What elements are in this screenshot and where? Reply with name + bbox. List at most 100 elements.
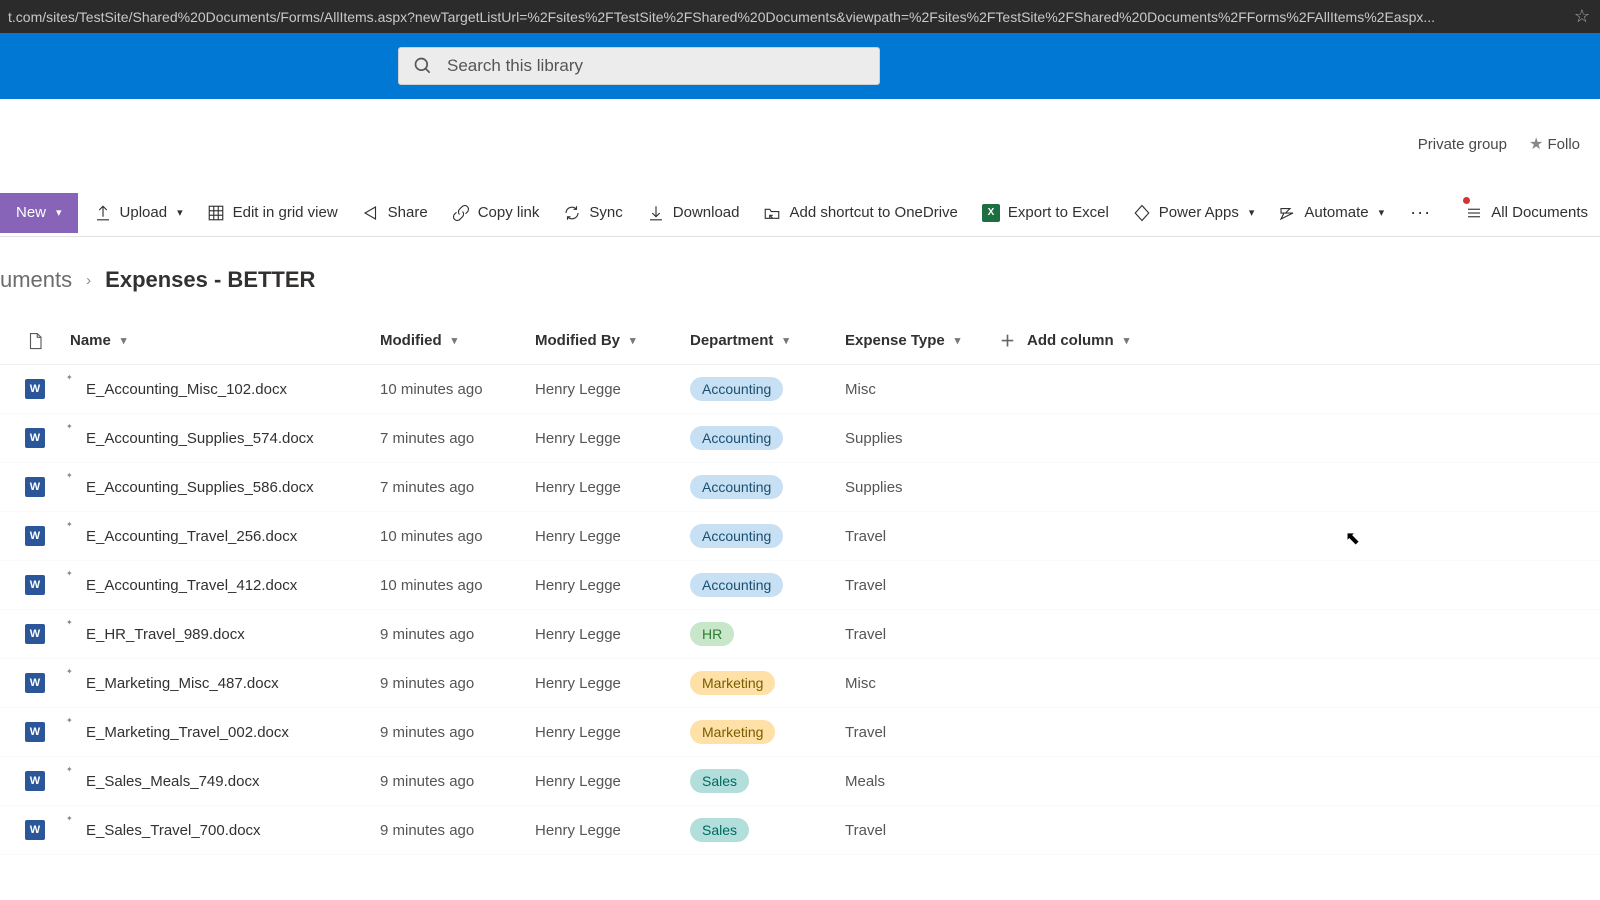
column-modified[interactable]: Modified▾ (380, 332, 535, 349)
department-cell: Marketing (690, 671, 845, 695)
word-doc-icon (25, 477, 45, 497)
table-row[interactable]: E_Sales_Travel_700.docx9 minutes agoHenr… (0, 806, 1600, 855)
department-cell: Accounting (690, 573, 845, 597)
file-type-cell (0, 722, 70, 742)
table-row[interactable]: E_Marketing_Travel_002.docx9 minutes ago… (0, 708, 1600, 757)
modified-cell: 7 minutes ago (380, 430, 535, 447)
edit-grid-button[interactable]: Edit in grid view (195, 189, 350, 237)
power-apps-button[interactable]: Power Apps▾ (1121, 189, 1267, 237)
word-doc-icon (25, 428, 45, 448)
chevron-right-icon: › (86, 272, 91, 289)
grid-icon (207, 204, 225, 222)
department-badge: Accounting (690, 377, 783, 401)
sync-button[interactable]: Sync (551, 189, 634, 237)
column-expense-type[interactable]: Expense Type▾ (845, 332, 1000, 349)
folder-shortcut-icon (763, 204, 781, 222)
view-selector-button[interactable]: All Documents (1453, 189, 1600, 237)
column-modified-by[interactable]: Modified By▾ (535, 332, 690, 349)
upload-button[interactable]: Upload▾ (82, 189, 195, 237)
expense-type-cell: Travel (845, 577, 1000, 594)
modified-by-cell: Henry Legge (535, 675, 690, 692)
table-row[interactable]: E_HR_Travel_989.docx9 minutes agoHenry L… (0, 610, 1600, 659)
group-label: Private group (1418, 136, 1507, 153)
file-name-cell[interactable]: E_Accounting_Misc_102.docx (70, 381, 380, 398)
file-type-cell (0, 477, 70, 497)
file-name-cell[interactable]: E_Accounting_Supplies_586.docx (70, 479, 380, 496)
notification-dot-icon (1463, 197, 1470, 204)
file-name-cell[interactable]: E_HR_Travel_989.docx (70, 626, 380, 643)
table-row[interactable]: E_Accounting_Travel_256.docx10 minutes a… (0, 512, 1600, 561)
file-name-cell[interactable]: E_Accounting_Supplies_574.docx (70, 430, 380, 447)
shortcut-button[interactable]: Add shortcut to OneDrive (751, 189, 969, 237)
share-icon (362, 204, 380, 222)
department-badge: Sales (690, 769, 749, 793)
file-type-cell (0, 379, 70, 399)
table-row[interactable]: E_Accounting_Misc_102.docx10 minutes ago… (0, 365, 1600, 414)
modified-cell: 10 minutes ago (380, 577, 535, 594)
table-row[interactable]: E_Accounting_Travel_412.docx10 minutes a… (0, 561, 1600, 610)
site-header: Private group ★ Follo (0, 99, 1600, 189)
word-doc-icon (25, 526, 45, 546)
department-badge: Accounting (690, 573, 783, 597)
search-box[interactable] (398, 47, 880, 85)
copy-link-button[interactable]: Copy link (440, 189, 552, 237)
chevron-down-icon: ▾ (121, 334, 127, 347)
expense-type-cell: Travel (845, 528, 1000, 545)
expense-type-cell: Misc (845, 675, 1000, 692)
command-bar: New▾ Upload▾ Edit in grid view Share Cop… (0, 189, 1600, 237)
column-file-type[interactable] (26, 330, 44, 352)
table-row[interactable]: E_Marketing_Misc_487.docx9 minutes agoHe… (0, 659, 1600, 708)
file-type-cell (0, 673, 70, 693)
chevron-down-icon: ▾ (1124, 334, 1130, 347)
browser-address-bar[interactable]: t.com/sites/TestSite/Shared%20Documents/… (0, 0, 1600, 33)
department-badge: Marketing (690, 671, 775, 695)
table-row[interactable]: E_Accounting_Supplies_586.docx7 minutes … (0, 463, 1600, 512)
file-name-cell[interactable]: E_Accounting_Travel_256.docx (70, 528, 380, 545)
table-header-row: Name▾ Modified▾ Modified By▾ Department▾… (0, 317, 1600, 365)
word-doc-icon (25, 575, 45, 595)
column-department[interactable]: Department▾ (690, 332, 845, 349)
download-icon (647, 204, 665, 222)
file-type-cell (0, 428, 70, 448)
browser-url[interactable]: t.com/sites/TestSite/Shared%20Documents/… (8, 9, 1564, 25)
table-row[interactable]: E_Sales_Meals_749.docx9 minutes agoHenry… (0, 757, 1600, 806)
file-icon (26, 330, 44, 352)
export-excel-button[interactable]: X Export to Excel (970, 189, 1121, 237)
modified-by-cell: Henry Legge (535, 577, 690, 594)
modified-by-cell: Henry Legge (535, 626, 690, 643)
word-doc-icon (25, 820, 45, 840)
table-row[interactable]: E_Accounting_Supplies_574.docx7 minutes … (0, 414, 1600, 463)
search-input[interactable] (447, 56, 865, 76)
new-button[interactable]: New▾ (0, 193, 78, 233)
modified-by-cell: Henry Legge (535, 724, 690, 741)
download-button[interactable]: Download (635, 189, 752, 237)
add-column-button[interactable]: ＋Add column▾ (1000, 330, 1170, 351)
word-doc-icon (25, 624, 45, 644)
more-commands-button[interactable]: ··· (1396, 202, 1445, 223)
automate-button[interactable]: Automate▾ (1266, 189, 1396, 237)
file-name-cell[interactable]: E_Sales_Meals_749.docx (70, 773, 380, 790)
file-name-cell[interactable]: E_Sales_Travel_700.docx (70, 822, 380, 839)
excel-icon: X (982, 204, 1000, 222)
expense-type-cell: Travel (845, 724, 1000, 741)
department-cell: Accounting (690, 377, 845, 401)
file-name-cell[interactable]: E_Accounting_Travel_412.docx (70, 577, 380, 594)
star-icon: ★ (1529, 136, 1543, 153)
department-badge: Marketing (690, 720, 775, 744)
chevron-down-icon: ▾ (955, 334, 961, 347)
file-type-cell (0, 771, 70, 791)
expense-type-cell: Travel (845, 822, 1000, 839)
bookmark-star-icon[interactable]: ☆ (1572, 6, 1592, 27)
breadcrumb-parent[interactable]: uments (0, 267, 72, 293)
file-name-cell[interactable]: E_Marketing_Misc_487.docx (70, 675, 380, 692)
file-name-cell[interactable]: E_Marketing_Travel_002.docx (70, 724, 380, 741)
modified-by-cell: Henry Legge (535, 381, 690, 398)
department-badge: Accounting (690, 475, 783, 499)
modified-cell: 7 minutes ago (380, 479, 535, 496)
department-cell: Accounting (690, 426, 845, 450)
column-name[interactable]: Name▾ (70, 332, 380, 349)
department-badge: Accounting (690, 524, 783, 548)
chevron-down-icon: ▾ (630, 334, 636, 347)
follow-button[interactable]: ★ Follo (1529, 134, 1580, 154)
share-button[interactable]: Share (350, 189, 440, 237)
